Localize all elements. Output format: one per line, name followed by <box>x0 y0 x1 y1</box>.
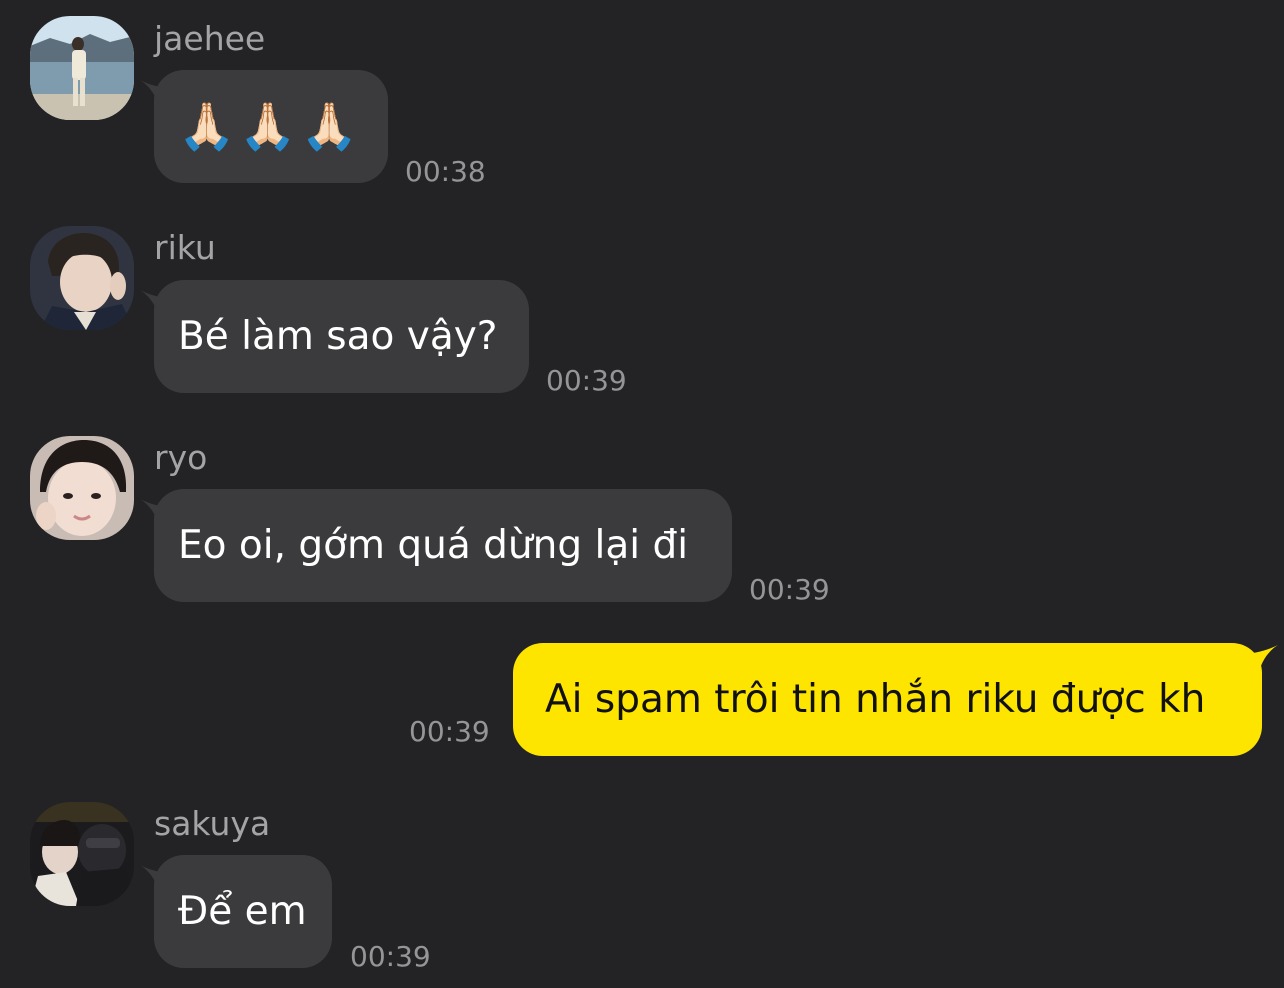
message-time: 00:39 <box>749 573 830 606</box>
bubble-tail <box>140 499 180 531</box>
avatar-ryo-photo <box>30 436 134 540</box>
message-bubble[interactable]: Bé làm sao vậy? <box>140 280 529 393</box>
message-time: 00:39 <box>350 940 431 973</box>
bubble-tail <box>1238 645 1278 677</box>
sender-name: ryo <box>154 438 208 477</box>
sender-name: riku <box>154 228 216 267</box>
message-bubble[interactable]: Để em <box>140 855 332 968</box>
message-time: 00:39 <box>409 715 490 748</box>
bubble-tail <box>140 80 180 112</box>
avatar-sakuya[interactable] <box>30 802 134 906</box>
bubble-tail <box>140 865 180 897</box>
avatar-ryo[interactable] <box>30 436 134 540</box>
sender-name: jaehee <box>154 19 266 58</box>
message-bubble[interactable]: 🙏🏻🙏🏻🙏🏻 <box>140 70 388 183</box>
chat-message-list[interactable]: jaehee 🙏🏻🙏🏻🙏🏻 00:38 riku Bé làm sao vậy?… <box>0 0 1284 988</box>
message-text: Eo oi, gớm quá dừng lại đi <box>178 523 689 568</box>
message-text: Bé làm sao vậy? <box>178 314 498 359</box>
avatar-riku-photo <box>30 226 134 330</box>
message-bubble[interactable]: Eo oi, gớm quá dừng lại đi <box>140 489 732 602</box>
message-text: Để em <box>178 889 307 934</box>
message-time: 00:39 <box>546 364 627 397</box>
message-text: Ai spam trôi tin nhắn riku được kh <box>545 677 1206 722</box>
message-time: 00:38 <box>405 155 486 188</box>
avatar-sakuya-photo <box>30 802 134 906</box>
bubble-tail <box>140 290 180 322</box>
sender-name: sakuya <box>154 804 271 843</box>
avatar-riku[interactable] <box>30 226 134 330</box>
message-text: 🙏🏻🙏🏻🙏🏻 <box>178 99 362 153</box>
avatar-jaehee-photo <box>30 16 134 120</box>
avatar-jaehee[interactable] <box>30 16 134 120</box>
message-bubble-outgoing[interactable]: Ai spam trôi tin nhắn riku được kh <box>513 643 1278 756</box>
